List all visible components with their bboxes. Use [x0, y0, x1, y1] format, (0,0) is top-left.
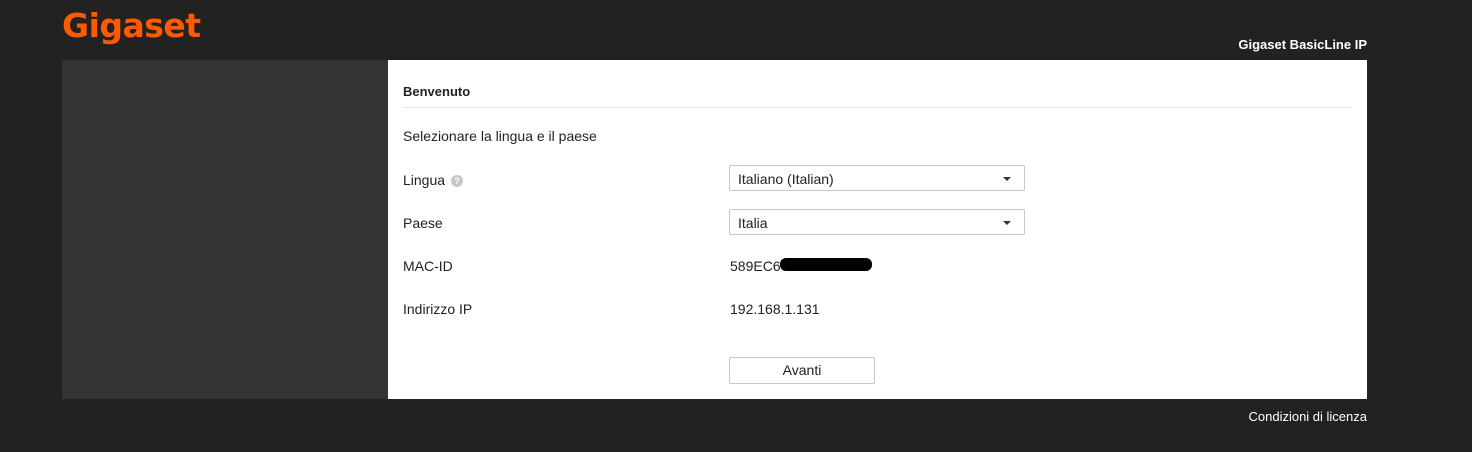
language-label: Lingua [403, 172, 446, 188]
country-label: Paese [403, 215, 443, 231]
chevron-down-icon [1003, 177, 1011, 181]
divider [403, 107, 1352, 108]
intro-text: Selezionare la lingua e il paese [403, 128, 597, 144]
language-row-label: Lingua? [403, 172, 464, 188]
ip-label: Indirizzo IP [403, 301, 473, 317]
page-title: Benvenuto [403, 84, 471, 99]
country-select[interactable]: Italia [729, 209, 1025, 235]
gigaset-logo: Gigaset [62, 6, 201, 45]
mac-value: 589EC6 [730, 258, 781, 274]
next-button[interactable]: Avanti [729, 357, 875, 384]
ip-value: 192.168.1.131 [730, 301, 820, 317]
license-terms-link[interactable]: Condizioni di licenza [1248, 409, 1367, 424]
language-select[interactable]: Italiano (Italian) [729, 165, 1025, 191]
redaction-mark [780, 258, 872, 271]
question-circle-icon[interactable]: ? [451, 175, 464, 187]
page: Gigaset Gigaset BasicLine IP Benvenuto S… [0, 0, 1472, 452]
main-content: Benvenuto Selezionare la lingua e il pae… [388, 60, 1367, 399]
mac-label: MAC-ID [403, 258, 453, 274]
product-name: Gigaset BasicLine IP [1238, 37, 1367, 52]
sidebar [62, 60, 388, 399]
country-selected-value: Italia [738, 215, 768, 231]
chevron-down-icon [1003, 221, 1011, 225]
language-selected-value: Italiano (Italian) [738, 171, 834, 187]
